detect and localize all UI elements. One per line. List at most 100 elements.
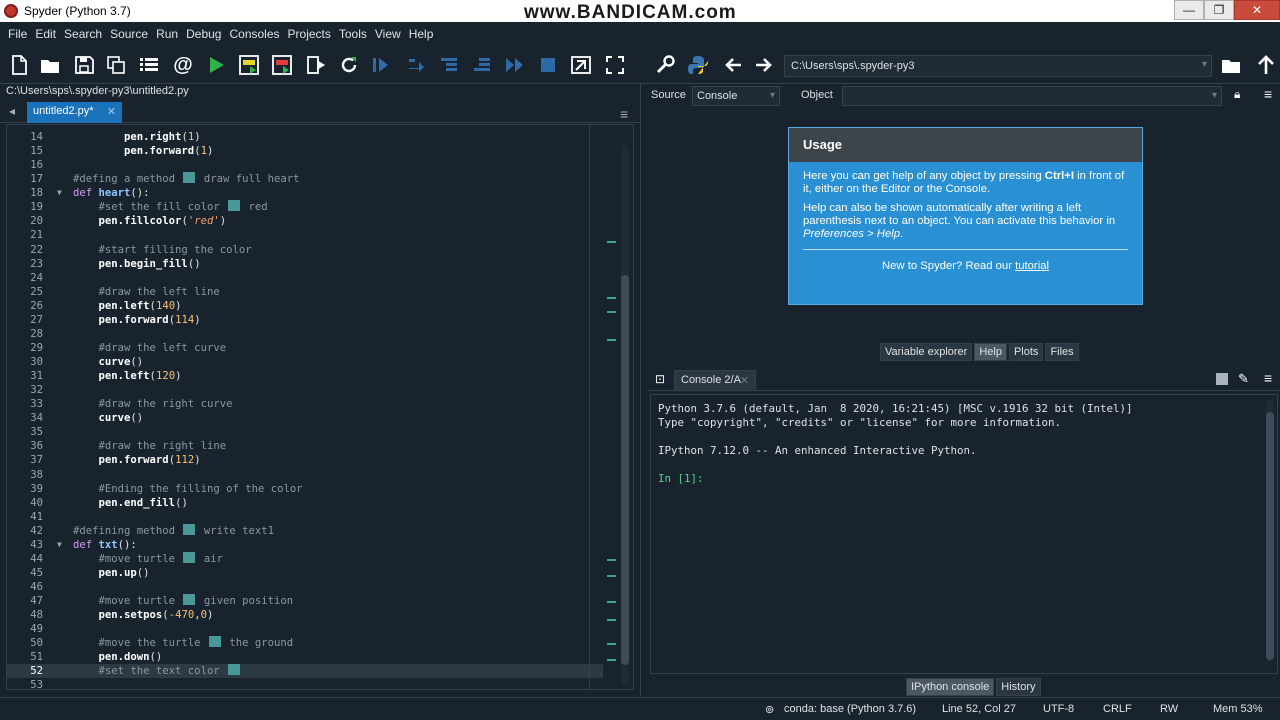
debug-icon[interactable] [370,54,392,76]
run-cell-advance-icon[interactable] [271,54,293,76]
code-line[interactable]: 53 [7,678,603,689]
restore-button[interactable]: ❐ [1204,0,1234,20]
eraser-icon[interactable]: ✎ [1238,371,1249,387]
console-scrollbar-thumb[interactable] [1266,412,1274,660]
code-line[interactable]: 47 #move turtle given position [7,594,603,608]
at-icon[interactable]: @ [172,54,194,76]
menu-source[interactable]: Source [106,27,152,41]
wrench-icon[interactable] [654,54,676,76]
code-line[interactable]: 21 [7,228,603,242]
menu-tools[interactable]: Tools [335,27,371,41]
forward-arrow-icon[interactable] [753,54,775,76]
code-line[interactable]: 40 pen.end_fill() [7,496,603,510]
menu-search[interactable]: Search [60,27,106,41]
code-editor[interactable]: 14 pen.right(1) 15 pen.forward(1) 16 17 #def… [6,124,634,690]
run-selection-icon[interactable] [305,54,327,76]
lock-icon[interactable]: 🔒︎ [1234,87,1240,102]
run-cell-icon[interactable] [238,54,260,76]
new-file-icon[interactable] [8,54,30,76]
code-line[interactable]: 27 pen.forward(114) [7,313,603,327]
object-input[interactable]: ▾ [842,86,1222,106]
code-line[interactable]: 36 #draw the right line [7,439,603,453]
code-line[interactable]: 23 pen.begin_fill() [7,257,603,271]
back-arrow-icon[interactable] [722,54,744,76]
menu-run[interactable]: Run [152,27,182,41]
chevron-down-icon[interactable]: ▾ [1202,59,1207,70]
code-line[interactable]: 31 pen.left(120) [7,369,603,383]
code-line[interactable]: 38 [7,468,603,482]
tutorial-link[interactable]: tutorial [1015,260,1049,272]
code-line[interactable]: 46 [7,580,603,594]
tab-history[interactable]: History [996,678,1041,696]
editor-scrollbar-thumb[interactable] [621,275,629,665]
close-tab-icon[interactable]: ✕ [107,105,116,118]
browse-tabs-icon[interactable]: ⊡ [655,372,665,386]
code-line[interactable]: 35 [7,425,603,439]
code-line[interactable]: 16 [7,158,603,172]
save-all-icon[interactable] [105,54,127,76]
code-line[interactable]: 52 #set the text color [7,664,603,679]
code-line[interactable]: 30 curve() [7,355,603,369]
tab-plots[interactable]: Plots [1008,343,1044,361]
code-line[interactable]: 25 #draw the left line [7,285,603,299]
pane-splitter[interactable] [640,84,646,696]
ipython-console[interactable]: Python 3.7.6 (default, Jan 8 2020, 16:21… [650,394,1278,674]
code-line[interactable]: 51 pen.down() [7,650,603,664]
menu-consoles[interactable]: Consoles [225,27,283,41]
code-line[interactable]: 20 pen.fillcolor('red') [7,214,603,228]
help-options-menu-icon[interactable]: ≡ [1264,86,1272,102]
run-icon[interactable] [205,54,227,76]
code-line[interactable]: 15 pen.forward(1) [7,144,603,158]
tab-variable-explorer[interactable]: Variable explorer [880,343,973,361]
code-line[interactable]: 41 [7,510,603,524]
code-line[interactable]: 48 pen.setpos(-470,0) [7,608,603,622]
code-line[interactable]: 42 #defining method write text1 [7,523,603,538]
menu-debug[interactable]: Debug [182,27,225,41]
code-line[interactable]: 43 ▼ def txt(): [7,538,603,552]
outline-icon[interactable] [138,54,160,76]
code-line[interactable]: 24 [7,271,603,285]
code-line[interactable]: 49 [7,622,603,636]
console-options-menu-icon[interactable]: ≡ [1264,370,1272,386]
code-line[interactable]: 29 #draw the left curve [7,341,603,355]
code-line[interactable]: 28 [7,327,603,341]
console-tab[interactable]: Console 2/A ✕ [674,370,756,391]
menu-edit[interactable]: Edit [31,27,60,41]
stop-icon[interactable] [537,54,559,76]
code-line[interactable]: 22 #start filling the color [7,243,603,257]
code-line[interactable]: 37 pen.forward(112) [7,453,603,467]
stop-kernel-icon[interactable] [1216,373,1228,385]
code-line[interactable]: 19 #set the fill color red [7,200,603,214]
continue-icon[interactable] [504,54,526,76]
close-button[interactable]: ✕ [1234,0,1280,20]
editor-tab-untitled2[interactable]: untitled2.py* ✕ [27,102,122,123]
code-line[interactable]: 33 #draw the right curve [7,397,603,411]
fold-arrow-icon[interactable]: ▼ [57,186,62,200]
browse-tabs-icon[interactable]: ◂ [9,104,15,118]
step-return-icon[interactable] [471,54,493,76]
menu-projects[interactable]: Projects [284,27,335,41]
code-line[interactable]: 45 pen.up() [7,566,603,580]
code-line[interactable]: 14 pen.right(1) [7,130,603,144]
working-directory-combo[interactable]: C:\Users\sps\.spyder-py3 ▾ [784,55,1212,77]
menu-view[interactable]: View [371,27,405,41]
code-line[interactable]: 34 curve() [7,411,603,425]
rerun-icon[interactable] [338,54,360,76]
fullscreen-icon[interactable] [604,54,626,76]
code-line[interactable]: 17 #defing a method draw full heart [7,172,603,186]
minimize-button[interactable]: — [1174,0,1204,20]
editor-scrollbar[interactable] [621,145,629,685]
code-line[interactable]: 26 pen.left(140) [7,299,603,313]
tab-ipython-console[interactable]: IPython console [906,678,995,696]
menu-help[interactable]: Help [405,27,438,41]
browse-folder-icon[interactable] [1220,54,1242,76]
step-into-icon[interactable] [438,54,460,76]
code-line[interactable]: 18 ▼ def heart(): [7,186,603,200]
parent-folder-icon[interactable] [1255,54,1277,76]
close-tab-icon[interactable]: ✕ [740,374,749,387]
editor-options-menu-icon[interactable]: ≡ [620,106,628,122]
code-line[interactable]: 44 #move turtle air [7,551,603,566]
code-line[interactable]: 39 #Ending the filling of the color [7,482,603,496]
save-icon[interactable] [73,54,95,76]
python-path-icon[interactable] [687,54,709,76]
